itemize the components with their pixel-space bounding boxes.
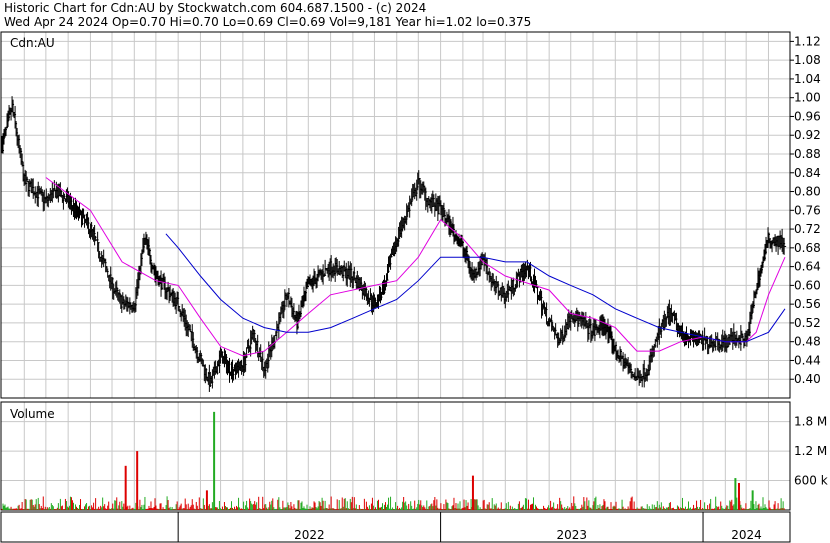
price-panel-frame [0, 31, 791, 399]
date-axis-frame [0, 511, 791, 543]
price-tick-label: 1.08 [794, 53, 821, 67]
volume-panel-frame [0, 401, 791, 511]
price-tick-label: 0.72 [794, 222, 821, 236]
price-tick-label: 0.44 [794, 353, 821, 367]
price-tick-label: 0.88 [794, 147, 821, 161]
price-tick-label: 0.64 [794, 260, 821, 274]
price-tick-label: 0.80 [794, 185, 821, 199]
volume-tick-label: 1.8 M [794, 415, 827, 429]
price-tick-label: 0.92 [794, 128, 821, 142]
price-tick-label: 0.68 [794, 241, 821, 255]
price-tick-label: 0.52 [794, 316, 821, 330]
price-tick-label: 1.00 [794, 91, 821, 105]
price-panel-grid [1, 32, 790, 398]
date-axis-ticks: 2022 2023 2024 [0, 512, 791, 542]
volume-bars [1, 411, 785, 510]
volume-axis-ticks: 1.8 M 1.2 M 600 k [794, 415, 828, 488]
volume-tick-label: 1.2 M [794, 444, 827, 458]
ohlc-bars [1, 96, 787, 392]
year-tick-label: 2022 [294, 528, 325, 542]
price-tick-label: 0.76 [794, 203, 821, 217]
chart-header-title: Historic Chart for Cdn:AU by Stockwatch.… [4, 1, 427, 15]
year-tick-label: 2023 [557, 528, 588, 542]
price-tick-label: 0.84 [794, 166, 821, 180]
price-tick-label: 0.40 [794, 372, 821, 386]
price-panel-label: Cdn:AU [10, 36, 55, 50]
chart-header-quote: Wed Apr 24 2024 Op=0.70 Hi=0.70 Lo=0.69 … [4, 15, 532, 29]
price-axis-ticks: 1.12 1.08 1.04 1.00 0.96 0.92 0.88 0.84 0.80 0.76… [790, 34, 821, 386]
price-tick-label: 0.96 [794, 109, 821, 123]
price-tick-label: 1.12 [794, 34, 821, 48]
year-tick-label: 2024 [731, 528, 762, 542]
volume-tick-label: 600 k [794, 474, 828, 488]
price-tick-label: 1.04 [794, 72, 821, 86]
long-moving-average-line [165, 233, 786, 343]
price-tick-label: 0.60 [794, 278, 821, 292]
stock-chart: 1.12 1.08 1.04 1.00 0.96 0.92 0.88 0.84 0.80 0.76… [0, 31, 828, 543]
price-tick-label: 0.48 [794, 335, 821, 349]
volume-panel-grid [1, 402, 790, 510]
price-tick-label: 0.56 [794, 297, 821, 311]
volume-panel-label: Volume [10, 407, 55, 421]
